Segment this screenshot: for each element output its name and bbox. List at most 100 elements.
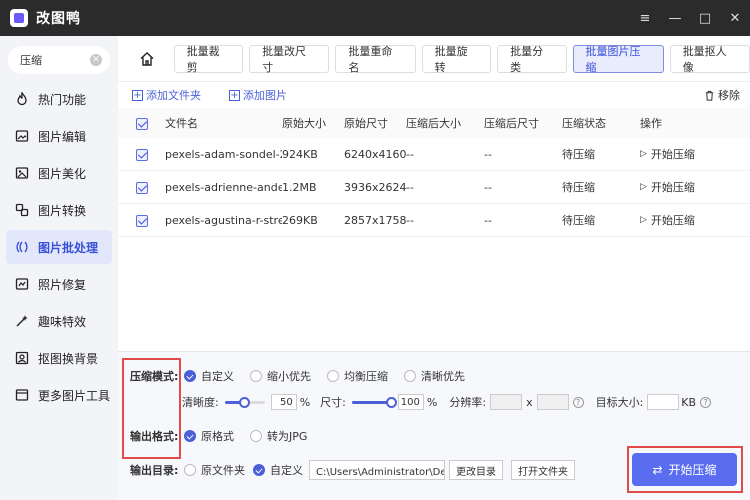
start-compress-link[interactable]: ▷ 开始压缩	[640, 179, 750, 195]
convert-icon	[14, 202, 30, 218]
app-logo-icon	[10, 9, 28, 27]
dir-custom-option[interactable]: 自定义	[253, 462, 303, 478]
help-icon[interactable]: ?	[700, 396, 712, 408]
output-path-field[interactable]: C:\Users\Administrator\Des...\改图鸭	[309, 460, 445, 480]
sidebar-item-more-tools[interactable]: 更多图片工具	[6, 378, 112, 412]
tab-batch-classify[interactable]: 批量分类	[497, 44, 567, 74]
orig-size: 1.2MB	[282, 180, 317, 194]
maximize-icon[interactable]: □	[690, 0, 720, 36]
sidebar-item-batch[interactable]: 图片批处理	[6, 230, 112, 264]
size-input[interactable]: 100	[397, 394, 424, 410]
tab-batch-resize[interactable]: 批量改尺寸	[249, 44, 330, 74]
radio-icon	[250, 370, 262, 382]
comp-size: --	[406, 213, 414, 227]
mode-custom-label: 自定义	[201, 370, 234, 383]
tab-batch-compress[interactable]: 批量图片压缩	[572, 44, 664, 74]
select-all-checkbox[interactable]	[136, 117, 148, 130]
status: 待压缩	[562, 181, 595, 194]
sidebar-item-hot[interactable]: 热门功能	[6, 82, 112, 116]
open-folder-button[interactable]: 打开文件夹	[511, 460, 575, 480]
table-row[interactable]: pexels-adrienne-anderse... 1.2MB 3936x26…	[118, 171, 750, 204]
target-size-unit: KB	[681, 395, 697, 409]
swap-icon: ⇄	[652, 462, 663, 477]
table-row[interactable]: pexels-agustina-r-street-... 269KB 2857x…	[118, 204, 750, 237]
resolution-width-input[interactable]	[490, 394, 523, 410]
col-status: 压缩状态	[562, 117, 606, 130]
clear-icon[interactable]: ✕	[90, 54, 102, 66]
add-folder-icon: +	[132, 89, 143, 101]
app-title: 改图鸭	[36, 11, 81, 27]
start-compress-label: 开始压缩	[668, 463, 717, 477]
window-controls: ≡ — □ ✕	[630, 0, 750, 36]
add-folder-button[interactable]: + 添加文件夹	[132, 87, 201, 103]
format-original-label: 原格式	[201, 430, 234, 443]
tab-batch-rotate[interactable]: 批量旋转	[421, 44, 492, 74]
radio-checked-icon	[184, 370, 196, 382]
effects-icon	[14, 313, 30, 329]
sidebar-item-beautify[interactable]: 图片美化	[6, 156, 112, 190]
radio-icon	[404, 370, 416, 382]
tab-batch-crop[interactable]: 批量裁剪	[173, 44, 244, 74]
sidebar-item-repair[interactable]: 照片修复	[6, 267, 112, 301]
format-original-option[interactable]: 原格式	[184, 428, 234, 444]
mode-small-option[interactable]: 缩小优先	[250, 368, 311, 384]
slider-knob[interactable]	[238, 397, 250, 408]
sidebar-item-cutout[interactable]: 抠图换背景	[6, 341, 112, 375]
menu-icon[interactable]: ≡	[630, 0, 660, 36]
search-input[interactable]: 压缩 ✕	[8, 46, 110, 74]
start-compress-link[interactable]: ▷ 开始压缩	[640, 146, 750, 162]
highlight-frame-settings	[122, 358, 181, 459]
params-row: 清晰度: 50 % 尺寸: 100 % 分辨率: x ? 目标大小: KB ?	[182, 394, 712, 410]
op-label: 开始压缩	[650, 214, 695, 227]
mode-clarity-option[interactable]: 清晰优先	[404, 368, 465, 384]
clarity-input[interactable]: 50	[270, 394, 297, 410]
start-compress-button[interactable]: ⇄ 开始压缩	[632, 453, 737, 486]
dir-custom-label: 自定义	[270, 464, 303, 477]
mode-balanced-label: 均衡压缩	[344, 370, 388, 383]
sidebar: 压缩 ✕ 热门功能 图片编辑 图片美化 图片转换 图片批处理 照片修复 趣味特效…	[0, 36, 118, 500]
row-checkbox[interactable]	[136, 148, 148, 161]
sidebar-item-label: 照片修复	[38, 277, 87, 292]
change-dir-button[interactable]: 更改目录	[449, 460, 503, 480]
resolution-height-input[interactable]	[536, 394, 569, 410]
add-image-button[interactable]: + 添加图片	[229, 87, 287, 103]
sidebar-item-label: 图片编辑	[38, 129, 87, 144]
clarity-slider[interactable]	[224, 396, 265, 408]
comp-size: --	[406, 147, 414, 161]
tab-bar: 批量裁剪 批量改尺寸 批量重命名 批量旋转 批量分类 批量图片压缩 批量抠人像	[118, 36, 750, 82]
start-compress-link[interactable]: ▷ 开始压缩	[640, 212, 750, 228]
sidebar-item-convert[interactable]: 图片转换	[6, 193, 112, 227]
radio-checked-icon	[253, 464, 265, 476]
help-icon[interactable]: ?	[572, 396, 584, 408]
target-size-input[interactable]	[647, 394, 680, 410]
tab-batch-rename[interactable]: 批量重命名	[335, 44, 416, 74]
play-icon: ▷	[640, 182, 647, 192]
format-jpg-label: 转为JPG	[267, 430, 308, 443]
mode-balanced-option[interactable]: 均衡压缩	[327, 368, 388, 384]
close-icon[interactable]: ✕	[720, 0, 750, 36]
sidebar-item-effects[interactable]: 趣味特效	[6, 304, 112, 338]
sidebar-item-label: 图片美化	[38, 166, 87, 181]
minimize-icon[interactable]: —	[660, 0, 690, 36]
remove-label: 移除	[718, 89, 740, 102]
col-name: 文件名	[165, 117, 198, 130]
format-jpg-option[interactable]: 转为JPG	[250, 428, 307, 444]
op-label: 开始压缩	[650, 148, 695, 161]
remove-button[interactable]: 移除	[704, 87, 740, 103]
tab-batch-portrait-cutout[interactable]: 批量抠人像	[669, 44, 750, 74]
radio-icon	[250, 430, 262, 442]
slider-knob[interactable]	[385, 397, 397, 408]
mode-custom-option[interactable]: 自定义	[184, 368, 234, 384]
comp-dim: --	[484, 213, 492, 227]
table-row[interactable]: pexels-adam-sondel-204... 924KB 6240x416…	[118, 138, 750, 171]
size-slider[interactable]	[351, 396, 397, 408]
sidebar-item-image-edit[interactable]: 图片编辑	[6, 119, 112, 153]
comp-size: --	[406, 180, 414, 194]
home-button[interactable]	[132, 44, 162, 74]
orig-size: 924KB	[282, 147, 318, 161]
row-checkbox[interactable]	[136, 214, 148, 227]
row-checkbox[interactable]	[136, 181, 148, 194]
dir-original-option[interactable]: 原文件夹	[184, 462, 245, 478]
search-value[interactable]: 压缩	[20, 52, 90, 68]
radio-checked-icon	[184, 430, 196, 442]
